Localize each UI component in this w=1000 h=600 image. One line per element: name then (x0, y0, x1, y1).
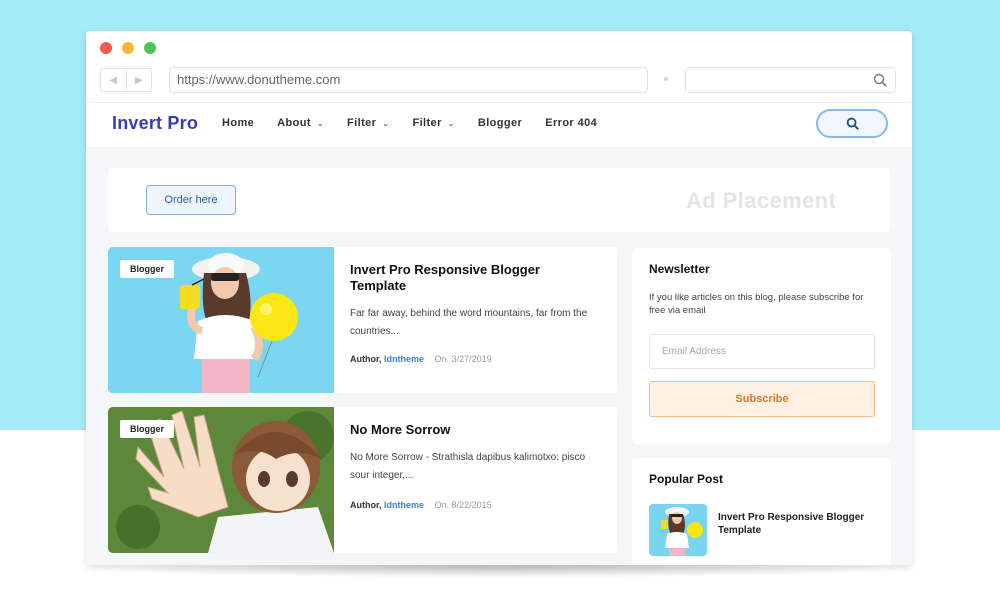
popular-post-widget: Popular Post Invert Pro Responsive Blogg… (632, 458, 891, 565)
author-label: Author, (350, 354, 382, 364)
author-label: Author, (350, 500, 382, 510)
nav-item-label: Filter (347, 117, 377, 129)
nav-item-home[interactable]: Home (222, 117, 254, 129)
post-date: On. 3/27/2019 (434, 354, 492, 364)
nav-item-blogger[interactable]: Blogger (478, 117, 522, 129)
author-link[interactable]: Idntheme (384, 500, 424, 510)
nav-item-error-404[interactable]: Error 404 (545, 117, 597, 129)
newsletter-widget: Newsletter If you like articles on this … (632, 248, 891, 444)
browser-window: ◀ ▶ https://www.donutheme.com Invert Pro… (86, 31, 912, 565)
post-title[interactable]: No More Sorrow (350, 422, 580, 438)
post-meta: Author, Idntheme On. 8/22/2015 (350, 500, 492, 510)
post-date: On. 8/22/2015 (434, 500, 492, 510)
site-logo[interactable]: Invert Pro (112, 113, 198, 134)
address-bar[interactable]: https://www.donutheme.com (169, 67, 648, 93)
header-search-button[interactable] (816, 109, 888, 138)
ad-placement-label: Ad Placement (686, 188, 837, 213)
nav-item-label: Filter (412, 117, 442, 129)
author-link[interactable]: Idntheme (384, 354, 424, 364)
chevron-down-icon: ⌄ (447, 118, 455, 128)
newsletter-description: If you like articles on this blog, pleas… (649, 292, 864, 316)
post-thumbnail[interactable]: Blogger (108, 407, 334, 553)
site-header: Invert Pro Home About ⌄ Filter ⌄ Filter … (86, 103, 912, 147)
widget-title: Newsletter (649, 262, 710, 276)
back-arrow-icon[interactable]: ◀ (101, 69, 126, 91)
chevron-down-icon: ⌄ (316, 118, 325, 128)
nav-item-label: About (277, 117, 311, 129)
category-badge[interactable]: Blogger (120, 420, 175, 438)
chevron-down-icon: ⌄ (382, 118, 390, 128)
popular-post-title[interactable]: Invert Pro Responsive Blogger Template (718, 511, 868, 537)
nav-item-about[interactable]: About ⌄ (277, 117, 324, 129)
nav-item-label: Blogger (477, 117, 523, 129)
widget-title: Popular Post (649, 472, 724, 486)
ad-placement-card: Order here Ad Placement (108, 168, 890, 232)
close-window-dot[interactable] (100, 42, 112, 54)
email-field[interactable] (649, 334, 875, 369)
girl-with-balloon-image (649, 504, 707, 556)
forward-arrow-icon[interactable]: ▶ (125, 69, 152, 91)
browser-search-box[interactable] (685, 67, 896, 93)
nav-item-label: Home (222, 117, 255, 129)
post-card[interactable]: Blogger No More Sorrow No More Sorrow - … (108, 407, 617, 553)
post-thumbnail[interactable]: Blogger (108, 247, 334, 393)
post-card[interactable]: Blogger Invert Pro Responsive Blogger Te… (108, 247, 617, 393)
main-menu: Home About ⌄ Filter ⌄ Filter ⌄ Blogger E… (222, 117, 620, 129)
browser-chrome: ◀ ▶ https://www.donutheme.com (86, 31, 912, 103)
maximize-window-dot[interactable] (144, 42, 156, 54)
post-excerpt: Far far away, behind the word mountains,… (350, 308, 588, 337)
nav-item-filter[interactable]: Filter ⌄ (347, 117, 389, 129)
post-excerpt: No More Sorrow - Strathisla dapibus kali… (350, 452, 586, 481)
popular-post-thumbnail[interactable] (649, 504, 707, 556)
history-buttons: ◀ ▶ (100, 68, 152, 92)
toolbar-separator-dot (664, 77, 668, 81)
category-badge[interactable]: Blogger (120, 260, 175, 278)
order-here-button[interactable]: Order here (146, 185, 236, 215)
minimize-window-dot[interactable] (122, 42, 134, 54)
search-icon (846, 117, 859, 130)
post-title[interactable]: Invert Pro Responsive Blogger Template (350, 262, 580, 294)
post-meta: Author, Idntheme On. 3/27/2019 (350, 354, 492, 364)
search-icon (873, 73, 887, 87)
nav-item-label: Error 404 (545, 117, 598, 129)
subscribe-button[interactable]: Subscribe (649, 381, 875, 417)
nav-item-filter-2[interactable]: Filter ⌄ (412, 117, 454, 129)
